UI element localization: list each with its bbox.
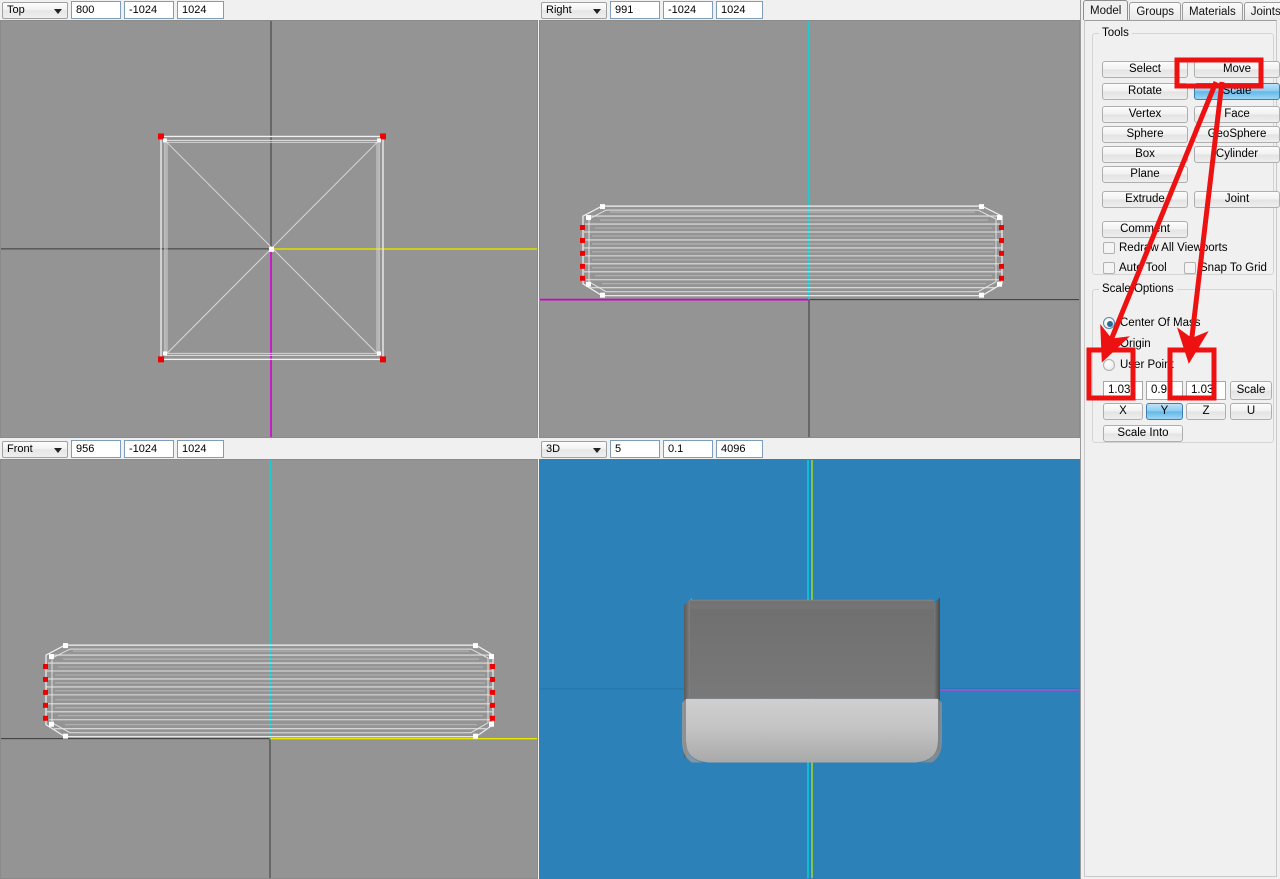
- tool-rotate-button[interactable]: Rotate: [1102, 83, 1188, 100]
- viewport-toolbar-3d: 3D 5 0.1 4096: [539, 439, 1080, 459]
- panel-tabstrip: Model Groups Materials Joints: [1081, 0, 1280, 20]
- checkbox-box-icon: [1184, 262, 1196, 274]
- viewport-canvas-3d[interactable]: [539, 459, 1080, 879]
- viewport-max-input-front[interactable]: 1024: [177, 440, 224, 458]
- viewport-toolbar-front: Front 956 -1024 1024: [0, 439, 538, 459]
- checkbox-auto-tool[interactable]: Auto Tool: [1103, 262, 1167, 274]
- scale-y-input[interactable]: 0.9: [1146, 381, 1183, 400]
- tool-plane-button[interactable]: Plane: [1102, 166, 1188, 183]
- scale-uniform-button[interactable]: U: [1230, 403, 1272, 420]
- scale-axis-x-button[interactable]: X: [1103, 403, 1143, 420]
- checkbox-box-icon: [1103, 262, 1115, 274]
- radio-dot-icon: [1103, 338, 1115, 350]
- radio-origin[interactable]: Origin: [1103, 338, 1151, 350]
- tool-joint-button[interactable]: Joint: [1194, 191, 1280, 208]
- tool-geosphere-button[interactable]: GeoSphere: [1194, 126, 1280, 143]
- radio-origin-label: Origin: [1120, 338, 1151, 350]
- checkbox-redraw-all-viewports[interactable]: Redraw All Viewports: [1103, 242, 1227, 254]
- viewport-canvas-top[interactable]: [0, 20, 538, 438]
- viewport-view-label-right: Right: [546, 4, 572, 16]
- tab-materials-label: Materials: [1189, 5, 1236, 18]
- checkbox-auto-tool-label: Auto Tool: [1119, 262, 1167, 274]
- viewport-view-label-top: Top: [7, 4, 25, 16]
- scale-options-legend: Scale Options: [1102, 283, 1174, 295]
- right-panel: Model Groups Materials Joints Tools Sele…: [1080, 0, 1280, 879]
- radio-dot-icon: [1103, 359, 1115, 371]
- tools-group-legend: Tools: [1102, 27, 1129, 39]
- viewport-bottom-left: Front 956 -1024 1024: [0, 439, 538, 879]
- scale-axis-y-button[interactable]: Y: [1146, 403, 1183, 420]
- viewport-view-select-3d[interactable]: 3D: [541, 440, 607, 458]
- scale-into-button[interactable]: Scale Into: [1103, 425, 1183, 442]
- viewport-bottom-right: 3D 5 0.1 4096: [539, 439, 1080, 879]
- viewport-max-input-3d[interactable]: 4096: [716, 440, 763, 458]
- viewport-min-input-right[interactable]: -1024: [663, 1, 713, 19]
- tab-groups-label: Groups: [1136, 5, 1175, 18]
- chevron-down-icon: [593, 447, 601, 453]
- viewport-zoom-input-front[interactable]: 956: [71, 440, 121, 458]
- viewport-grid: Top 800 -1024 1024 Right 991 -1024 1024 …: [0, 0, 1080, 879]
- viewport-zoom-input-top[interactable]: 800: [71, 1, 121, 19]
- tab-model[interactable]: Model: [1083, 0, 1129, 20]
- tab-joints[interactable]: Joints: [1243, 2, 1280, 20]
- viewport-view-label-3d: 3D: [546, 443, 561, 455]
- checkbox-snap-to-grid[interactable]: Snap To Grid: [1184, 262, 1267, 274]
- viewport-top-left: Top 800 -1024 1024: [0, 0, 538, 438]
- tools-group: Tools Select Move Rotate Scale Vertex Fa…: [1092, 27, 1280, 275]
- viewport-top-right: Right 991 -1024 1024: [539, 0, 1080, 438]
- tool-sphere-button[interactable]: Sphere: [1102, 126, 1188, 143]
- radio-user-point-label: User Point: [1120, 359, 1174, 371]
- tool-select-button[interactable]: Select: [1102, 61, 1188, 78]
- scale-x-input[interactable]: 1.03: [1103, 381, 1143, 400]
- tool-vertex-button[interactable]: Vertex: [1102, 106, 1188, 123]
- viewport-min-input-top[interactable]: -1024: [124, 1, 174, 19]
- tab-groups[interactable]: Groups: [1129, 2, 1182, 20]
- viewport-canvas-right[interactable]: [539, 20, 1080, 438]
- viewport-max-input-top[interactable]: 1024: [177, 1, 224, 19]
- tab-model-label: Model: [1090, 4, 1122, 17]
- viewport-toolbar-right: Right 991 -1024 1024: [539, 0, 1080, 20]
- viewport-max-input-right[interactable]: 1024: [716, 1, 763, 19]
- viewport-view-select-top[interactable]: Top: [2, 1, 68, 19]
- tool-comment-button[interactable]: Comment: [1102, 221, 1188, 238]
- radio-center-of-mass-label: Center Of Mass: [1120, 317, 1201, 329]
- application-window: Top 800 -1024 1024 Right 991 -1024 1024 …: [0, 0, 1280, 879]
- radio-center-of-mass[interactable]: Center Of Mass: [1103, 317, 1201, 329]
- tool-move-button[interactable]: Move: [1194, 61, 1280, 78]
- viewport-min-input-front[interactable]: -1024: [124, 440, 174, 458]
- scale-axis-z-button[interactable]: Z: [1186, 403, 1226, 420]
- radio-dot-icon: [1103, 317, 1115, 329]
- tab-joints-label: Joints: [1250, 5, 1280, 18]
- checkbox-snap-to-grid-label: Snap To Grid: [1200, 262, 1267, 274]
- scale-z-input[interactable]: 1.03: [1186, 381, 1226, 400]
- viewport-canvas-front[interactable]: [0, 459, 538, 879]
- viewport-view-label-front: Front: [7, 443, 33, 455]
- tool-box-button[interactable]: Box: [1102, 146, 1188, 163]
- tab-materials[interactable]: Materials: [1182, 2, 1243, 20]
- tool-scale-button[interactable]: Scale: [1194, 83, 1280, 100]
- tool-cylinder-button[interactable]: Cylinder: [1194, 146, 1280, 163]
- radio-user-point[interactable]: User Point: [1103, 359, 1174, 371]
- scale-apply-button[interactable]: Scale: [1230, 381, 1272, 400]
- viewport-min-input-3d[interactable]: 0.1: [663, 440, 713, 458]
- viewport-view-select-front[interactable]: Front: [2, 440, 68, 458]
- checkbox-box-icon: [1103, 242, 1115, 254]
- viewport-toolbar-top: Top 800 -1024 1024: [0, 0, 538, 20]
- viewport-view-select-right[interactable]: Right: [541, 1, 607, 19]
- chevron-down-icon: [593, 8, 601, 14]
- checkbox-redraw-all-viewports-label: Redraw All Viewports: [1119, 242, 1228, 254]
- viewport-zoom-input-3d[interactable]: 5: [610, 440, 660, 458]
- chevron-down-icon: [54, 447, 62, 453]
- tool-face-button[interactable]: Face: [1194, 106, 1280, 123]
- panel-body: Tools Select Move Rotate Scale Vertex Fa…: [1084, 20, 1280, 877]
- chevron-down-icon: [54, 8, 62, 14]
- scale-options-group: Scale Options Center Of Mass Origin User…: [1092, 283, 1274, 443]
- tool-extrude-button[interactable]: Extrude: [1102, 191, 1188, 208]
- viewport-zoom-input-right[interactable]: 991: [610, 1, 660, 19]
